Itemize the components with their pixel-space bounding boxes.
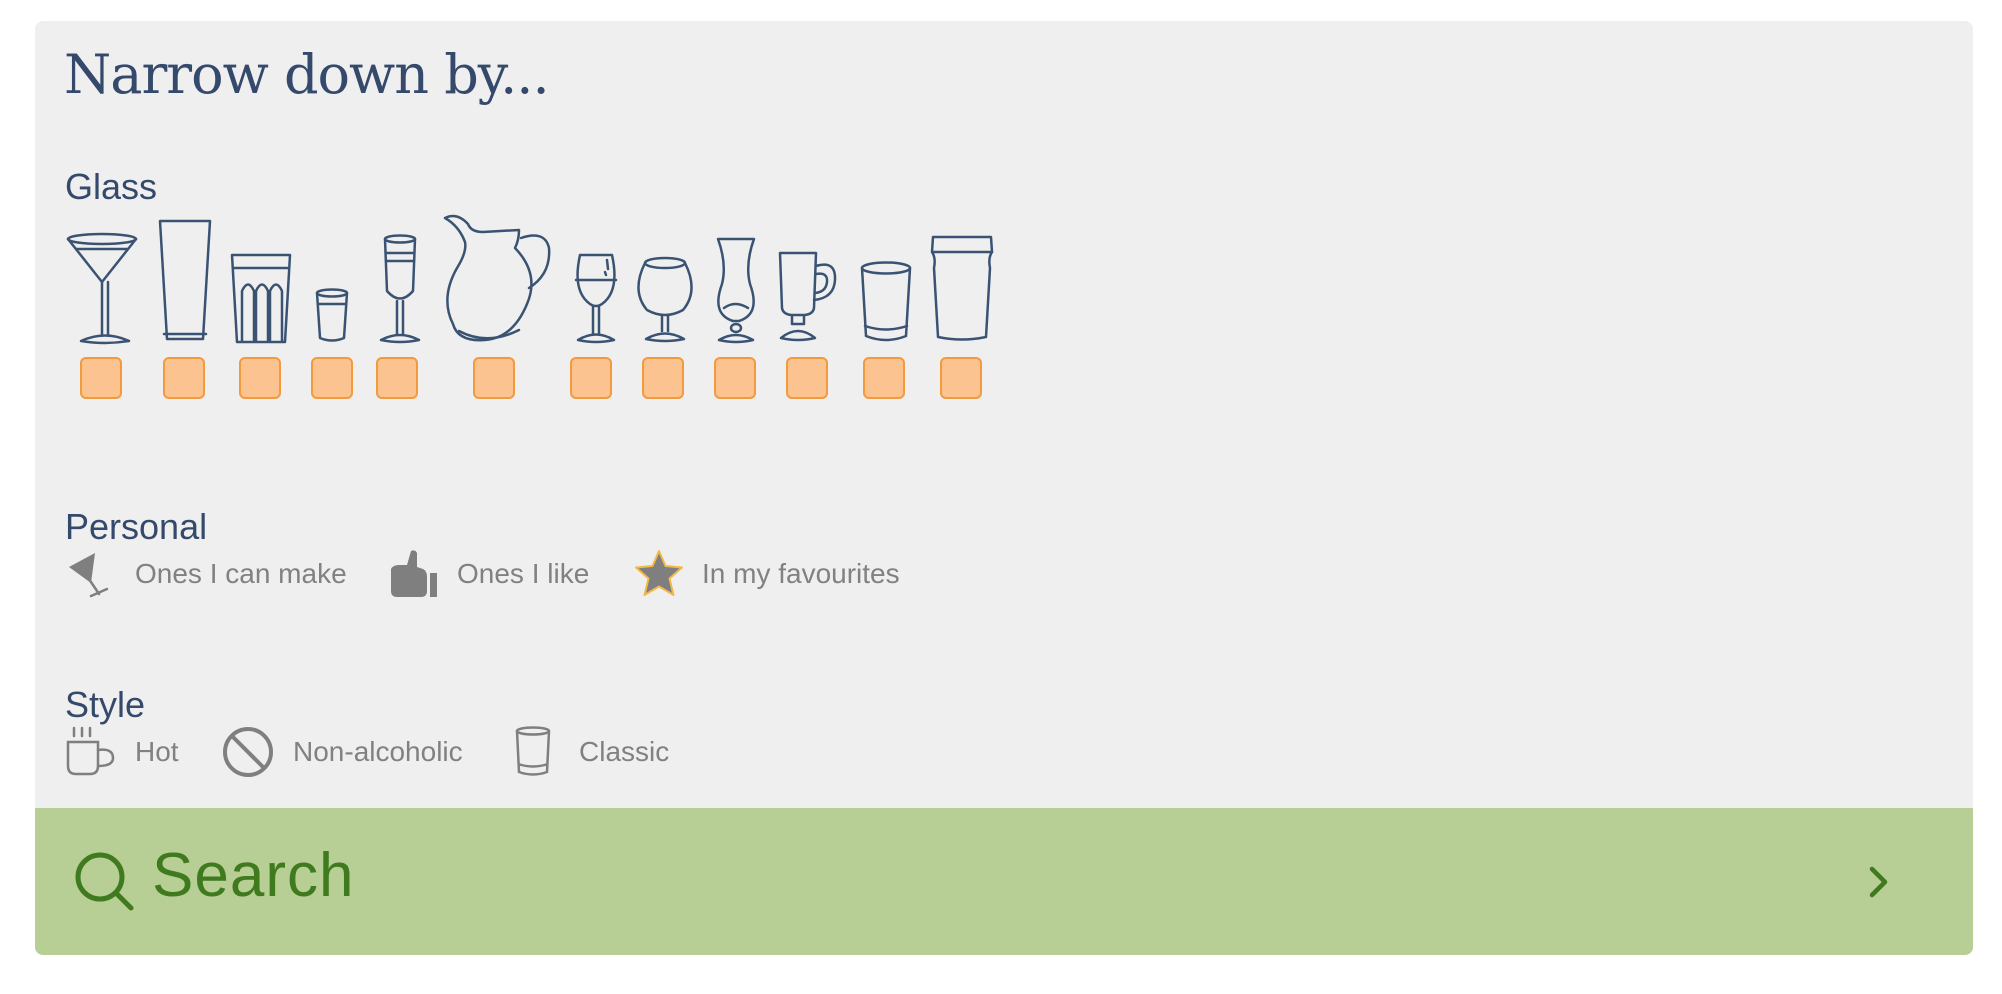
glass-options (35, 196, 1135, 406)
personal-option-favourites[interactable]: In my favourites (632, 549, 900, 599)
tumbler-icon (513, 726, 553, 778)
style-option-non-alcoholic[interactable]: Non-alcoholic (221, 727, 463, 777)
hurricane-glass-icon (716, 237, 756, 344)
glass-checkbox-highball[interactable] (163, 357, 205, 399)
glass-checkbox-shot[interactable] (311, 357, 353, 399)
pint-glass-icon (930, 235, 994, 341)
glass-checkbox-wine[interactable] (570, 357, 612, 399)
chevron-right-icon (1867, 865, 1891, 904)
search-button[interactable]: Search (35, 808, 1973, 955)
glass-checkbox-hurricane[interactable] (714, 357, 756, 399)
highball-glass-icon (158, 219, 212, 341)
shot-glass-icon (315, 288, 349, 342)
thumbs-up-icon (387, 547, 441, 601)
style-option-label: Classic (579, 736, 670, 767)
fluted-tumbler-icon (230, 253, 292, 344)
pitcher-icon (443, 214, 551, 342)
personal-option-label: Ones I can make (135, 558, 347, 589)
glass-checkbox-old-fashioned[interactable] (863, 357, 905, 399)
champagne-flute-icon (379, 234, 421, 344)
style-heading: Style (65, 684, 146, 725)
glass-checkbox-brandy-snifter[interactable] (642, 357, 684, 399)
old-fashioned-glass-icon (860, 261, 912, 342)
cocktail-glass-icon (66, 232, 138, 345)
glass-checkbox-irish-coffee[interactable] (786, 357, 828, 399)
brandy-snifter-icon (637, 256, 693, 343)
prohibited-icon (221, 725, 275, 779)
glass-checkbox-fluted-tumbler[interactable] (239, 357, 281, 399)
star-icon (632, 547, 686, 601)
personal-heading: Personal (65, 506, 208, 547)
glass-checkbox-champagne-flute[interactable] (376, 357, 418, 399)
style-option-label: Non-alcoholic (293, 736, 463, 767)
style-option-classic[interactable]: Classic (513, 726, 670, 778)
glass-checkbox-cocktail[interactable] (80, 357, 122, 399)
search-icon (73, 850, 137, 919)
hot-cup-icon (65, 726, 117, 778)
style-option-hot[interactable]: Hot (65, 726, 179, 778)
search-label: Search (152, 841, 355, 910)
irish-coffee-mug-icon (778, 251, 837, 342)
panel-title: Narrow down by... (64, 43, 550, 106)
glass-checkbox-pint[interactable] (940, 357, 982, 399)
wine-glass-icon (574, 253, 618, 344)
style-option-label: Hot (135, 736, 179, 767)
personal-option-can-make[interactable]: Ones I can make (65, 549, 347, 599)
personal-option-label: Ones I like (457, 558, 590, 589)
personal-option-like[interactable]: Ones I like (387, 549, 589, 599)
filter-panel: Narrow down by... Glass Personal Ones I … (35, 21, 1973, 955)
personal-option-label: In my favourites (702, 558, 900, 589)
cocktail-glass-tilted-icon (65, 549, 115, 599)
glass-checkbox-pitcher[interactable] (473, 357, 515, 399)
